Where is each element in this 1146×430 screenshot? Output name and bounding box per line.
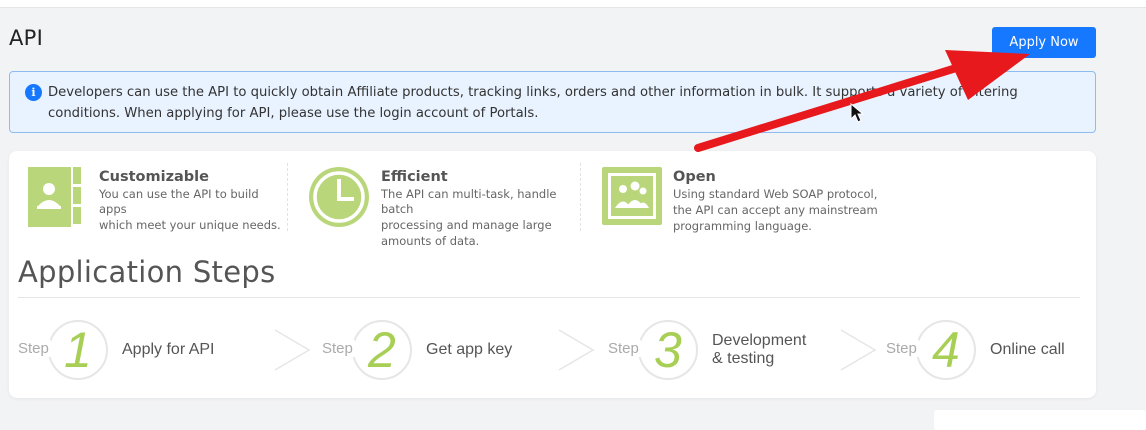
feature-desc-line: Using standard Web SOAP protocol, xyxy=(673,187,878,201)
api-info-card: Customizable You can use the API to buil… xyxy=(9,151,1096,398)
step-1: Step 1 Apply for API xyxy=(16,320,256,380)
step-3: Step 3 Development & testing xyxy=(606,320,846,380)
top-bar xyxy=(0,0,1146,8)
step-2: Step 2 Get app key xyxy=(320,320,560,380)
feature-desc-line: programming language. xyxy=(673,219,812,233)
step-text: Get app key xyxy=(426,341,513,358)
chevron-right-icon xyxy=(558,329,595,371)
feature-separator xyxy=(580,163,581,231)
chevron-right-icon xyxy=(274,329,311,371)
users-window-icon xyxy=(602,167,662,225)
feature-desc-line: the API can accept any mainstream xyxy=(673,203,878,217)
feature-title: Customizable xyxy=(99,169,209,185)
feature-separator xyxy=(287,163,288,231)
page-title: API xyxy=(9,26,44,50)
step-label: Step xyxy=(320,340,355,357)
feature-open: Open Using standard Web SOAP protocol, t… xyxy=(599,164,889,236)
step-text: Development xyxy=(712,332,807,349)
step-text: Online call xyxy=(990,341,1065,358)
step-number: 2 xyxy=(368,322,396,378)
info-icon: i xyxy=(25,84,42,101)
step-label: Step xyxy=(16,340,51,357)
feature-title: Open xyxy=(673,169,716,185)
feature-desc-line: processing and manage large xyxy=(381,218,552,232)
chevron-right-icon xyxy=(840,329,877,371)
step-number: 1 xyxy=(64,322,92,378)
feature-desc-line: which meet your unique needs. xyxy=(99,218,281,232)
clock-icon xyxy=(309,167,369,227)
application-steps-title: Application Steps xyxy=(18,255,276,289)
step-number: 3 xyxy=(654,322,682,378)
section-divider xyxy=(18,297,1080,298)
notice-text: Developers can use the API to quickly ob… xyxy=(48,85,1018,121)
info-notice: i Developers can use the API to quickly … xyxy=(9,71,1096,133)
step-4: Step 4 Online call xyxy=(884,320,1096,380)
floating-panel xyxy=(934,410,1146,430)
feature-desc-line: You can use the API to build apps xyxy=(99,187,259,216)
feature-desc-line: The API can multi-task, handle batch xyxy=(381,187,557,216)
feature-desc-line: amounts of data. xyxy=(381,234,480,248)
contact-book-icon xyxy=(28,167,81,227)
feature-efficient: Efficient The API can multi-task, handle… xyxy=(307,164,577,248)
step-text: & testing xyxy=(712,350,775,367)
step-label: Step xyxy=(884,340,919,357)
step-text: Apply for API xyxy=(122,341,215,358)
step-number: 4 xyxy=(932,322,960,378)
step-label: Step xyxy=(606,340,641,357)
apply-now-button[interactable]: Apply Now xyxy=(992,27,1096,58)
feature-customizable: Customizable You can use the API to buil… xyxy=(25,164,285,236)
feature-title: Efficient xyxy=(381,169,448,185)
